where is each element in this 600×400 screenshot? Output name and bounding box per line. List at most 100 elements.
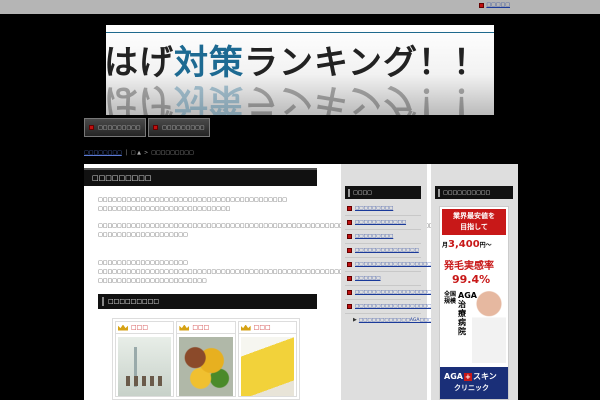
- top-bar: □□□□□: [0, 0, 600, 14]
- bullet-icon: [347, 276, 352, 281]
- sidebar-item[interactable]: □□□□□□□□□: [345, 202, 421, 216]
- bullet-icon: [347, 206, 352, 211]
- ad-brand: AGA + スキン: [444, 371, 497, 382]
- sidebar-item-label[interactable]: □□□□□□□□□: [355, 233, 393, 240]
- rank-header: □□□: [177, 322, 235, 334]
- ad-headline-line-2: 目指して: [460, 223, 488, 231]
- sidebar-list: □□□□□□□□□ □□□□□□□□□□□□ □□□□□□□□□ □□□□□□□…: [345, 202, 470, 327]
- ad-percent: 99.4%: [452, 273, 491, 286]
- banner-title-part-2: 対策: [174, 43, 244, 83]
- breadcrumb-separator: >: [143, 150, 149, 156]
- rank-label: □□□: [253, 324, 271, 331]
- main-column: □□□□□□□□□ □□□□□□□□□□□□□□□□□□□□□□□□□□□□□□…: [84, 164, 443, 400]
- sidebar-item[interactable]: □□□□□□□□□□□□□□□□□□□□□□□□□□□: [345, 258, 470, 272]
- rank-photo-bathroom[interactable]: [118, 337, 172, 396]
- sidebar-item[interactable]: □□□□□□□□□□□□□□□□□□□□□□: [345, 300, 449, 314]
- breadcrumb-separator: │: [124, 150, 128, 156]
- rank-cell-3[interactable]: □□□: [237, 321, 297, 397]
- page-title-bar: □□□□□□□□□: [84, 168, 317, 186]
- clinic-ad-banner[interactable]: 業界最安値を 目指して 月3,400円〜 発毛実感率 99.4% 全国規模 AG…: [439, 206, 509, 400]
- ranking-heading: □□□□□□□□□: [108, 298, 160, 305]
- sidebar-heading-bar: □□□□: [345, 186, 421, 199]
- bullet-icon: [347, 234, 352, 239]
- banner-title-part-1: はげ: [106, 43, 174, 83]
- body-paragraph: □□□□□□□□□□□□□□□□□□□□□□□□□□□□□□□□□□□□□□□□…: [98, 269, 368, 284]
- ad-price: 月3,400円〜: [442, 239, 492, 250]
- crown-icon: [240, 324, 251, 331]
- breadcrumb-home-link[interactable]: □□□□□□□□: [84, 150, 122, 156]
- banner-reflection-part-2: 対策: [174, 80, 244, 115]
- rank-photo-fruit[interactable]: [179, 337, 233, 396]
- ad-brand-skin: スキン: [472, 372, 497, 381]
- sidebar-item-label[interactable]: □□□□□□□□□: [355, 205, 393, 212]
- banner-reflection-part-3: ランキング！！: [244, 80, 488, 115]
- ad-footer: AGA + スキン クリニック: [440, 367, 508, 399]
- bullet-icon: [347, 290, 352, 295]
- rank-label: □□□: [131, 324, 149, 331]
- main-nav: □□□□□□□□□ □□□□□□□□□: [84, 118, 210, 137]
- sidebar-item[interactable]: □□□□□□□□□□□□□□□: [345, 244, 421, 258]
- banner-reflection: はげ対策ランキング！！: [106, 79, 488, 115]
- banner-rule: [106, 32, 494, 33]
- bullet-icon: [347, 262, 352, 267]
- sidebar-item-label[interactable]: □□□□□□: [355, 275, 381, 282]
- heading-tick-icon: [102, 297, 104, 306]
- ad-vertical-text: AGA治療病院: [458, 291, 477, 336]
- heading-tick-icon: [438, 188, 440, 197]
- top-link[interactable]: □□□□□: [479, 2, 510, 8]
- sidebar-item[interactable]: □□□□□□□□□□□□: [345, 216, 421, 230]
- ad-nationwide: 全国規模: [444, 291, 457, 305]
- ad-brand-aga: AGA: [444, 372, 463, 381]
- sidebar-sub-item[interactable]: ▶ □□□□□□□□□□□□AGA□□□□□□□□□□□□: [345, 314, 470, 327]
- body-paragraph: □□□□□□□□□□□□□□□□□□□□□□□□□□□□□□□□□□□□□□□□…: [98, 223, 443, 238]
- crown-icon: [179, 324, 190, 331]
- sidebar-item-label[interactable]: □□□□□□□□□□□□: [355, 219, 406, 226]
- rank-header: □□□: [116, 322, 174, 334]
- breadcrumb-extra: □ ▲: [130, 150, 141, 156]
- top-link-label: □□□□□: [486, 2, 510, 8]
- body-paragraph: □□□□□□□□□□□□□□□□□□□: [98, 260, 188, 266]
- rank-photo-bed[interactable]: [240, 337, 294, 396]
- rank-header: □□□: [238, 322, 296, 334]
- nav-item-2[interactable]: □□□□□□□□□: [148, 118, 210, 137]
- ad-headline-line-1: 業界最安値を: [453, 212, 495, 220]
- body-paragraph: □□□□□□□□□□□□□□□□□□□□□□□□□□□□□□□□□□□□□□□□…: [98, 197, 287, 212]
- header-banner[interactable]: はげ対策ランキング！！ はげ対策ランキング！！: [106, 25, 494, 115]
- bullet-icon: [153, 125, 158, 130]
- ad-clinic: クリニック: [454, 384, 489, 392]
- bullet-icon: [347, 304, 352, 309]
- sidebar-item[interactable]: □□□□□□□□□: [345, 230, 421, 244]
- sidebar-item[interactable]: □□□□□□□□□□□□□□□□□□□□□□□: [345, 286, 453, 300]
- bullet-icon: [89, 125, 94, 130]
- plus-icon: +: [463, 372, 472, 381]
- nav-item-label: □□□□□□□□□: [98, 124, 141, 131]
- heading-tick-icon: [348, 188, 350, 197]
- rank-label: □□□: [192, 324, 210, 331]
- banner-title-part-3: ランキング！！: [244, 43, 488, 83]
- sidebar-item[interactable]: □□□□□□: [345, 272, 421, 286]
- bullet-icon: [347, 220, 352, 225]
- arrow-right-icon: ▶: [353, 317, 357, 323]
- banner-reflection-part-1: はげ: [106, 80, 174, 115]
- sidebar-categories: □□□□ □□□□□□□□□ □□□□□□□□□□□□ □□□□□□□□□ □□…: [341, 164, 470, 400]
- ad-price-suffix: 円〜: [479, 242, 492, 249]
- ad-price-value: 3,400: [448, 239, 480, 250]
- bullet-icon: [479, 2, 485, 8]
- rank-cell-2[interactable]: □□□: [176, 321, 236, 397]
- sidebar-ad-heading: □□□□□□□□□□: [443, 189, 491, 196]
- banner-title: はげ対策ランキング！！: [106, 35, 488, 84]
- doctor-photo: [472, 287, 506, 363]
- sidebar-heading: □□□□: [353, 189, 372, 196]
- nav-item-1[interactable]: □□□□□□□□□: [84, 118, 146, 137]
- crown-icon: [118, 324, 128, 331]
- breadcrumb-current: □□□□□□□□□: [151, 150, 194, 156]
- rank-cell-1[interactable]: □□□: [115, 321, 175, 397]
- nav-item-label: □□□□□□□□□: [162, 124, 205, 131]
- ranking-heading-bar: □□□□□□□□□: [98, 294, 317, 309]
- sidebar-ad: □□□□□□□□□□ 業界最安値を 目指して 月3,400円〜 発毛実感率 99…: [431, 164, 518, 400]
- ad-tagline: 発毛実感率: [444, 261, 494, 272]
- sidebar-ad-heading-bar: □□□□□□□□□□: [435, 186, 513, 199]
- sidebar-item-label[interactable]: □□□□□□□□□□□□□□□: [355, 247, 419, 254]
- ad-headline: 業界最安値を 目指して: [442, 209, 506, 235]
- breadcrumb: □□□□□□□□ │ □ ▲ > □□□□□□□□□: [84, 150, 194, 156]
